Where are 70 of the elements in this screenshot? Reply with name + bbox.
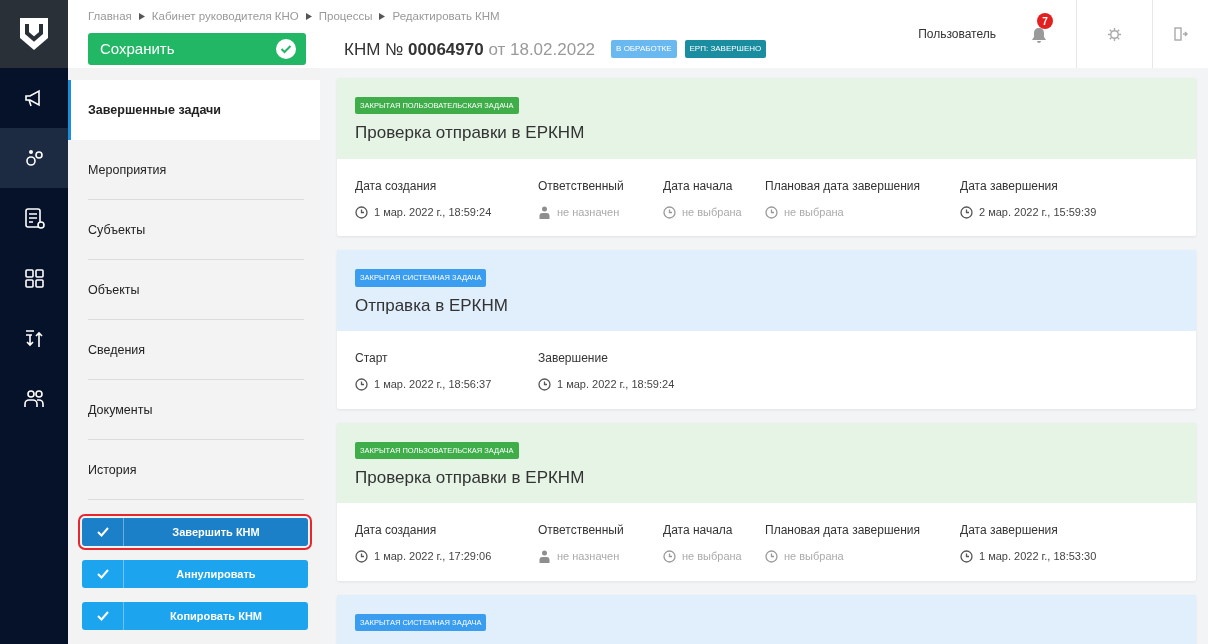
clock-icon (765, 205, 778, 219)
document-icon (22, 206, 46, 230)
field-value: не назначен (557, 549, 620, 565)
field-value: не назначен (557, 204, 620, 220)
rail-item[interactable] (0, 128, 68, 188)
clock-icon (960, 205, 973, 219)
menu-item[interactable]: Мероприятия (68, 140, 320, 200)
clock-icon (355, 377, 368, 391)
field-value: не выбрана (784, 204, 844, 220)
check-icon (96, 569, 109, 579)
person-icon (538, 550, 551, 563)
grid-icon (22, 266, 46, 290)
field-label: Дата завершения (960, 177, 1059, 195)
record-title: КНМ № 00064970 от 18.02.2022 (344, 38, 596, 61)
menu-item[interactable]: Объекты (68, 260, 320, 320)
save-button[interactable]: Сохранить (88, 33, 306, 66)
task-title: Проверка отправки в ЕРКНМ (355, 466, 586, 489)
action-button[interactable]: Копировать КНМ (82, 602, 308, 630)
clock-icon (355, 205, 368, 219)
field-label: Дата создания (355, 177, 438, 195)
field-label: Ответственный (538, 522, 625, 540)
clock-icon (765, 550, 778, 563)
shield-logo-icon (18, 16, 50, 52)
status-badge: ЕРП: ЗАВЕРШЕНО (684, 40, 767, 59)
field-value: 1 мар. 2022 г., 18:59:24 (374, 204, 492, 220)
menu-item[interactable]: Сведения (68, 320, 320, 380)
status-badge: В ОБРАБОТКЕ (611, 40, 677, 59)
field-value: 1 мар. 2022 г., 18:53:30 (979, 549, 1097, 565)
field-label: Старт (355, 350, 389, 367)
action-button[interactable]: Аннулировать (82, 560, 308, 588)
clock-icon (355, 550, 368, 563)
user-name: Пользователь (918, 26, 996, 43)
menu-item[interactable]: Субъекты (68, 200, 320, 260)
field-label: Дата завершения (960, 522, 1059, 540)
field-value: 2 мар. 2022 г., 15:59:39 (979, 204, 1097, 220)
field-label: Дата начала (663, 522, 734, 540)
field-label: Плановая дата завершения (765, 522, 922, 540)
notification-count: 7 (1037, 13, 1053, 29)
breadcrumb-link[interactable]: Процессы (318, 8, 373, 26)
clock-icon (538, 377, 551, 391)
field-label: Плановая дата завершения (765, 177, 922, 195)
field-label: Ответственный (538, 177, 625, 195)
breadcrumb-link[interactable]: Главная (88, 8, 132, 26)
field-value: 1 мар. 2022 г., 18:56:37 (374, 377, 492, 392)
menu-item[interactable]: Завершенные задачи (68, 80, 320, 140)
task-title: Отправка в ЕРКНМ (355, 294, 509, 317)
breadcrumb-separator-icon (379, 11, 386, 22)
field-value: не выбрана (784, 549, 844, 565)
breadcrumb-separator-icon (305, 11, 312, 22)
field-label: Завершение (538, 350, 609, 367)
menu-item[interactable]: Документы (68, 380, 320, 440)
clock-icon (663, 550, 676, 563)
field-value: не выбрана (682, 549, 742, 565)
person-icon (538, 205, 551, 219)
field-value: 1 мар. 2022 г., 17:29:06 (374, 549, 492, 565)
field-value: 1 мар. 2022 г., 18:59:24 (557, 377, 675, 392)
field-label: Дата начала (663, 177, 734, 195)
clock-icon (960, 550, 973, 563)
check-icon (276, 39, 296, 60)
check-icon (96, 527, 109, 537)
breadcrumb-link[interactable]: Редактировать КНМ (392, 8, 500, 26)
breadcrumb-link[interactable]: Кабинет руководителя КНО (151, 8, 299, 26)
clock-icon (663, 205, 676, 219)
check-icon (96, 611, 109, 621)
task-title: Проверка отправки в ЕРКНМ (355, 122, 586, 145)
breadcrumb-separator-icon (138, 11, 145, 22)
field-value: не выбрана (682, 204, 742, 220)
menu-item[interactable]: История (68, 440, 320, 500)
bell-icon[interactable] (1032, 26, 1046, 43)
field-label: Дата создания (355, 522, 438, 540)
